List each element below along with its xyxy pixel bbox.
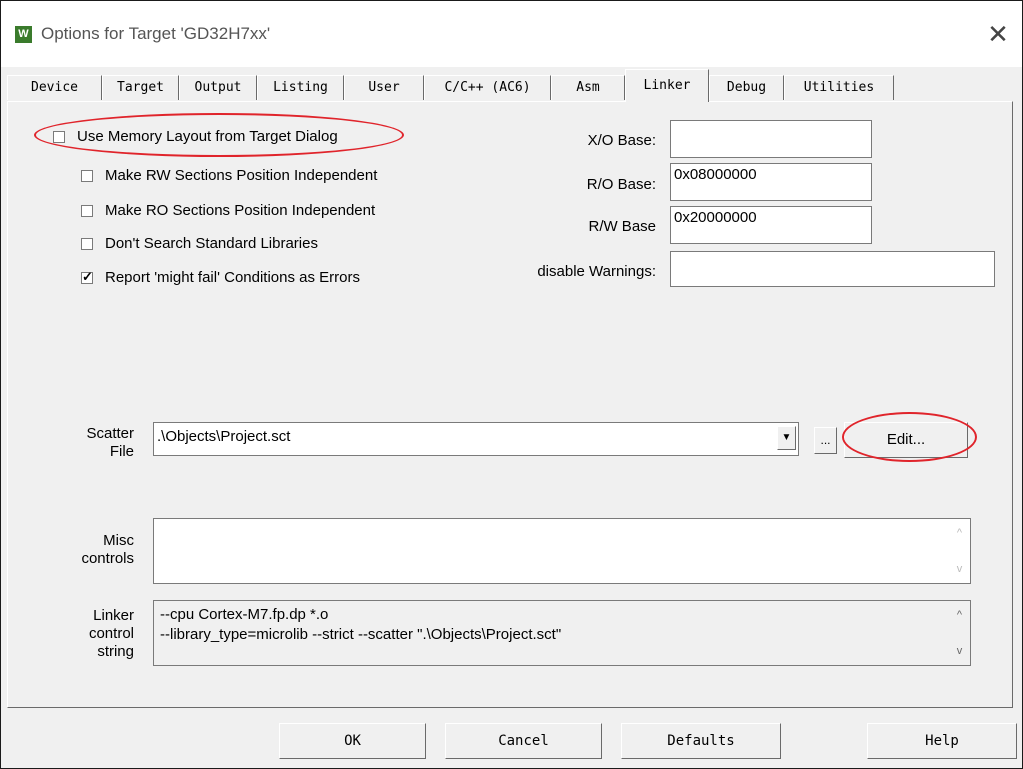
linker-label-line1: Linker [93, 607, 134, 624]
ro-independent-label: Make RO Sections Position Independent [105, 202, 376, 219]
tab-asm[interactable]: Asm [551, 75, 625, 100]
use-memory-layout-checkbox[interactable]: Use Memory Layout from Target Dialog [53, 128, 338, 145]
scroll-up-icon[interactable]: ^ [951, 527, 968, 539]
checkbox-box [81, 204, 93, 217]
tab-target[interactable]: Target [102, 75, 179, 100]
checkbox-box-checked [81, 269, 93, 285]
xo-base-field[interactable] [670, 120, 872, 158]
scatter-file-label: Scatter File [61, 425, 134, 461]
checkbox-box [53, 130, 65, 143]
linker-label-line2: control [88, 625, 134, 642]
checkbox-box [81, 169, 93, 182]
close-button[interactable]: ✕ [983, 19, 1013, 49]
scroll-down-icon[interactable]: v [951, 645, 968, 657]
window-title: Options for Target 'GD32H7xx' [41, 24, 271, 43]
scatter-label-line2: File [109, 443, 134, 460]
disable-warnings-label: disable Warnings: [537, 263, 656, 280]
tab-c-cpp[interactable]: C/C++ (AC6) [424, 75, 551, 100]
scroll-down-icon[interactable]: v [951, 563, 968, 575]
cancel-button[interactable]: Cancel [445, 723, 602, 759]
disable-warnings-field[interactable] [670, 251, 995, 287]
ro-base-field[interactable] [670, 163, 872, 201]
help-button[interactable]: Help [867, 723, 1017, 759]
misc-controls-label: Misc controls [61, 532, 134, 568]
scatter-browse-button[interactable]: ... [814, 427, 837, 454]
rw-independent-label: Make RW Sections Position Independent [105, 167, 378, 184]
tab-linker[interactable]: Linker [625, 69, 709, 102]
might-fail-errors-checkbox[interactable]: Report 'might fail' Conditions as Errors [81, 269, 360, 286]
linker-line-1: --cpu Cortex-M7.fp.dp *.o [160, 606, 329, 623]
chevron-down-icon: ▼ [781, 432, 792, 443]
might-fail-errors-label: Report 'might fail' Conditions as Errors [105, 269, 360, 286]
scatter-edit-button[interactable]: Edit... [844, 422, 968, 458]
tab-output[interactable]: Output [179, 75, 257, 100]
misc-controls-field[interactable]: ^ v [153, 518, 971, 584]
linker-control-string-label: Linker control string [61, 607, 134, 661]
ok-button[interactable]: OK [279, 723, 426, 759]
linker-label-line3: string [97, 643, 134, 660]
no-std-libs-label: Don't Search Standard Libraries [105, 235, 318, 252]
use-memory-layout-label: Use Memory Layout from Target Dialog [77, 128, 338, 145]
rw-independent-checkbox[interactable]: Make RW Sections Position Independent [81, 167, 377, 184]
scroll-up-icon[interactable]: ^ [951, 609, 968, 621]
ro-base-label: R/O Base: [586, 176, 656, 193]
checkbox-box [81, 237, 93, 250]
tab-listing[interactable]: Listing [257, 75, 344, 100]
options-dialog: W Options for Target 'GD32H7xx' ✕ Device… [0, 0, 1023, 769]
linker-control-string-field: --cpu Cortex-M7.fp.dp *.o --library_type… [153, 600, 971, 666]
misc-label-line2: controls [81, 550, 134, 567]
misc-label-line1: Misc [103, 532, 134, 549]
ro-independent-checkbox[interactable]: Make RO Sections Position Independent [81, 202, 375, 219]
scatter-dropdown-button[interactable]: ▼ [777, 426, 796, 450]
tab-debug[interactable]: Debug [709, 75, 784, 100]
xo-base-label: X/O Base: [587, 132, 656, 149]
tab-utilities[interactable]: Utilities [784, 75, 894, 100]
rw-base-field[interactable] [670, 206, 872, 244]
linker-line-2: --library_type=microlib --strict --scatt… [160, 626, 562, 643]
scatter-file-field[interactable]: .\Objects\Project.sct [153, 422, 799, 456]
tab-device[interactable]: Device [7, 75, 102, 100]
no-std-libs-checkbox[interactable]: Don't Search Standard Libraries [81, 235, 318, 252]
rw-base-label: R/W Base [588, 218, 656, 235]
title-bar: W Options for Target 'GD32H7xx' ✕ [1, 1, 1022, 67]
scatter-label-line1: Scatter [86, 425, 134, 442]
tab-user[interactable]: User [344, 75, 424, 100]
defaults-button[interactable]: Defaults [621, 723, 781, 759]
keil-icon: W [15, 26, 32, 43]
